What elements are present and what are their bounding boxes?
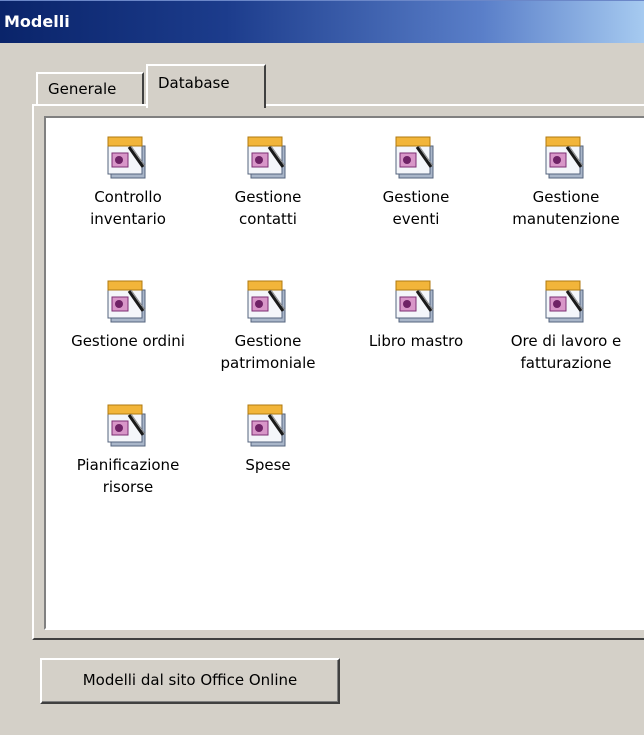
access-template-icon <box>107 136 146 179</box>
window-title: Modelli <box>4 12 70 31</box>
template-item[interactable]: Gestione eventi <box>346 134 486 230</box>
template-item[interactable]: Gestione manutenzione <box>496 134 636 230</box>
template-label: Gestione eventi <box>382 188 450 228</box>
template-label: Ore di lavoro e fatturazione <box>510 332 622 372</box>
template-item[interactable]: Libro mastro <box>346 278 486 352</box>
template-item[interactable]: Gestione patrimoniale <box>198 278 338 374</box>
tab-database[interactable]: Database <box>146 64 266 108</box>
access-template-icon <box>395 280 434 323</box>
template-label: Gestione manutenzione <box>512 188 620 228</box>
template-label: Gestione ordini <box>71 332 185 350</box>
template-label: Spese <box>245 456 291 474</box>
access-template-icon <box>107 280 146 323</box>
tab-generale[interactable]: Generale <box>36 72 144 106</box>
template-item[interactable]: Gestione contatti <box>198 134 338 230</box>
access-template-icon <box>545 280 584 323</box>
template-label: Pianificazione risorse <box>76 456 180 496</box>
access-template-icon <box>247 280 286 323</box>
access-template-icon <box>247 136 286 179</box>
title-bar: Modelli <box>0 0 644 43</box>
access-template-icon <box>395 136 434 179</box>
template-label: Libro mastro <box>368 332 464 350</box>
access-template-icon <box>107 404 146 447</box>
template-label: Controllo inventario <box>90 188 166 228</box>
access-template-icon <box>247 404 286 447</box>
template-list[interactable]: Controllo inventario Gestione contatti G… <box>44 116 644 630</box>
template-item[interactable]: Spese <box>198 402 338 476</box>
access-template-icon <box>545 136 584 179</box>
template-label: Gestione patrimoniale <box>220 332 316 372</box>
template-label: Gestione contatti <box>234 188 302 228</box>
template-item[interactable]: Gestione ordini <box>58 278 198 352</box>
template-item[interactable]: Pianificazione risorse <box>58 402 198 498</box>
template-item[interactable]: Controllo inventario <box>58 134 198 230</box>
office-online-templates-button[interactable]: Modelli dal sito Office Online <box>40 658 340 704</box>
template-item[interactable]: Ore di lavoro e fatturazione <box>496 278 636 374</box>
